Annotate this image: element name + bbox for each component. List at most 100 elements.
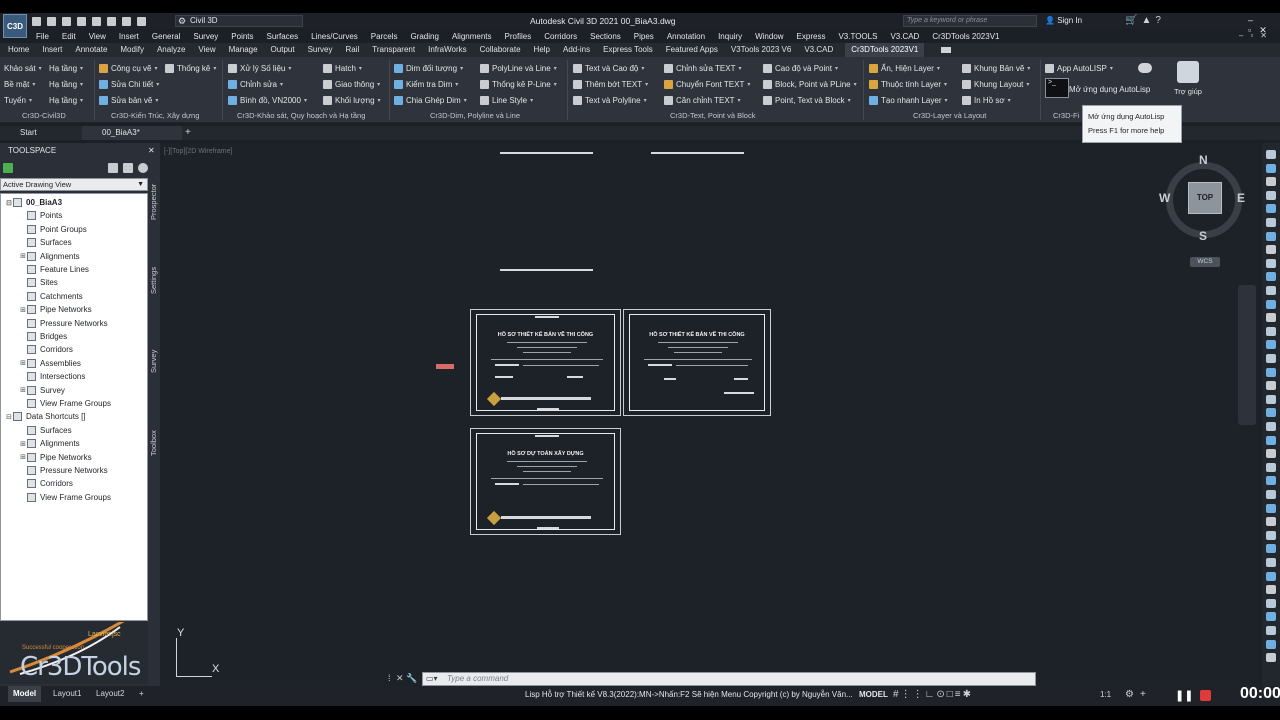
ribbon-tab-insert[interactable]: Insert [41, 43, 63, 57]
tree-item[interactable]: ⊞ Alignments [19, 437, 80, 450]
help-icon[interactable]: ? [1155, 15, 1165, 26]
ribbon-tab-home[interactable]: Home [7, 43, 30, 57]
tool-palette-icon[interactable] [1266, 340, 1276, 350]
command-input[interactable]: ▭▾ Type a command [422, 672, 1036, 686]
tool-palette-icon[interactable] [1266, 476, 1276, 486]
tree-item[interactable]: Pressure Networks [19, 317, 108, 330]
cart-icon[interactable]: 🛒 [1125, 15, 1141, 26]
tool-palette-icon[interactable] [1266, 177, 1276, 187]
lineweight-icon[interactable]: ≡ [955, 689, 963, 700]
compass-west[interactable]: W [1159, 191, 1170, 205]
tool-palette-icon[interactable] [1266, 598, 1276, 608]
tool-palette-icon[interactable] [1266, 626, 1276, 635]
record-pause-icon[interactable]: ❚❚ [1175, 689, 1193, 702]
tree-item[interactable]: ⊞ Pipe Networks [19, 451, 92, 464]
ribbon-taonhanhlayer-button[interactable]: Tạo nhanh Layer ▾ [869, 93, 948, 107]
menu-item-inquiry[interactable]: Inquiry [718, 32, 742, 41]
navigation-bar[interactable] [1238, 285, 1256, 425]
tool-palette-icon[interactable] [1266, 299, 1276, 309]
tree-item[interactable]: Sites [19, 276, 58, 289]
tree-item[interactable]: ⊞ Pipe Networks [19, 303, 92, 316]
expand-toggle-icon[interactable]: ⊞ [19, 453, 27, 461]
drawing-sheet-3[interactable]: HỒ SƠ DỰ TOÁN XÂY DỰNG [470, 428, 621, 535]
ribbon-textcaodo-button[interactable]: Text và Cao độ ▾ [573, 61, 644, 75]
redo-icon[interactable] [137, 16, 146, 26]
menu-item-alignments[interactable]: Alignments [452, 32, 492, 41]
command-prefix-icon[interactable]: ▭▾ [426, 673, 438, 685]
menu-item-general[interactable]: General [152, 32, 180, 41]
ribbon-tab-output[interactable]: Output [270, 43, 296, 57]
ribbon-hatch-button[interactable]: Hatch ▾ [323, 61, 362, 75]
ribbon-blockpoint-button[interactable]: Block, Point và PLine ▾ [763, 77, 857, 91]
compass-south[interactable]: S [1199, 229, 1207, 243]
autodesk-a360-icon[interactable]: ▲ [1141, 15, 1155, 26]
ribbon-tab-rail[interactable]: Rail [344, 43, 360, 57]
undo-icon[interactable] [122, 16, 131, 26]
tool-palette-icon[interactable] [1266, 258, 1276, 268]
tool-palette-icon[interactable] [1266, 544, 1276, 554]
ribbon-anhienlayer-button[interactable]: Ẩn, Hiện Layer ▾ [869, 61, 940, 75]
tool-palette-icon[interactable] [1266, 218, 1276, 227]
tool-palette-icon[interactable] [1266, 367, 1276, 377]
tool-palette-icon[interactable] [1266, 204, 1276, 214]
osnap-icon[interactable]: □ [947, 689, 955, 700]
ribbon-khoiluong-button[interactable]: Khối lượng ▾ [323, 93, 381, 107]
ribbon-tab-featured-apps[interactable]: Featured Apps [665, 43, 719, 57]
annotation-icon[interactable]: ✱ [963, 689, 973, 700]
ribbon-thongkepline-button[interactable]: Thống kê P-Line ▾ [480, 77, 557, 91]
expand-toggle-icon[interactable]: ⊞ [19, 386, 27, 394]
compass-north[interactable]: N [1199, 153, 1208, 167]
tool-palette-icon[interactable] [1266, 490, 1276, 499]
tool-palette-icon[interactable] [1266, 313, 1276, 323]
tool-palette-icon[interactable] [1266, 585, 1276, 595]
tree-item[interactable]: ⊞ Survey [19, 384, 65, 397]
tool-palette-icon[interactable] [1266, 190, 1276, 200]
ribbon-tuyen-button[interactable]: Tuyến ▾ [4, 93, 32, 107]
annotation-scale[interactable]: 1:1 [1100, 690, 1111, 699]
ribbon-chiaghepdim-button[interactable]: Chia Ghép Dim ▾ [394, 93, 467, 107]
layout-tab-layout2[interactable]: Layout2 [91, 686, 129, 702]
ribbon-minimize-icon[interactable] [941, 47, 952, 53]
tool-palette-icon[interactable] [1266, 354, 1276, 363]
menu-item-annotation[interactable]: Annotation [667, 32, 705, 41]
menu-item-pipes[interactable]: Pipes [634, 32, 654, 41]
wrench-icon[interactable]: 🔧 [406, 673, 417, 683]
tool-palette-icon[interactable] [1266, 245, 1276, 255]
tool-palette-icon[interactable] [1266, 517, 1276, 527]
ribbon-tab-annotate[interactable]: Annotate [74, 43, 108, 57]
ribbon-thembottext-button[interactable]: Thêm bớt TEXT ▾ [573, 77, 648, 91]
menu-item-grading[interactable]: Grading [410, 32, 438, 41]
tool-palette-icon[interactable] [1266, 639, 1276, 649]
ribbon-congcuve-button[interactable]: Công cụ vẽ ▾ [99, 61, 157, 75]
ribbon-thuoctinhlayer-button[interactable]: Thuộc tính Layer ▾ [869, 77, 947, 91]
menu-item-profiles[interactable]: Profiles [505, 32, 532, 41]
help-circle-icon[interactable] [138, 163, 148, 173]
tool-palette-icon[interactable] [1266, 150, 1276, 159]
ribbon-suabanve-button[interactable]: Sửa bản vẽ ▾ [99, 93, 158, 107]
expand-toggle-icon[interactable]: ⊞ [19, 252, 27, 260]
menu-item-v3-cad[interactable]: V3.CAD [890, 32, 919, 41]
ribbon-cloud-icon[interactable] [1138, 61, 1152, 75]
ribbon-pointtextblock-button[interactable]: Point, Text và Block ▾ [763, 93, 851, 107]
ribbon-hatang-3-button[interactable]: Hạ tầng ▾ [49, 93, 83, 107]
ribbon-tab-add-ins[interactable]: Add-ins [562, 43, 591, 57]
menu-item-cr3dtools-2023v1[interactable]: Cr3DTools 2023V1 [932, 32, 999, 41]
tree-item[interactable]: ⊟ 00_BiaA3 [5, 196, 62, 209]
menu-item-window[interactable]: Window [755, 32, 783, 41]
save-as-icon[interactable] [77, 16, 86, 26]
tool-palette-icon[interactable] [1266, 449, 1276, 459]
tool-palette-icon[interactable] [1266, 462, 1276, 472]
expand-toggle-icon[interactable]: ⊟ [5, 199, 13, 207]
ribbon-giaothong-button[interactable]: Giao thông ▾ [323, 77, 380, 91]
ortho-icon[interactable]: ∟ [925, 689, 937, 700]
model-space-button[interactable]: MODEL [859, 690, 888, 699]
ribbon-kiemtradim-button[interactable]: Kiểm tra Dim ▾ [394, 77, 458, 91]
ribbon-bemat-button[interactable]: Bề mặt ▾ [4, 77, 35, 91]
command-grip-icon[interactable]: ⁞ [388, 673, 391, 683]
menu-item-lines-curves[interactable]: Lines/Curves [311, 32, 358, 41]
menu-item-express[interactable]: Express [797, 32, 826, 41]
plot-icon[interactable] [107, 16, 116, 26]
layout-tab-model[interactable]: Model [8, 686, 42, 702]
record-stop-icon[interactable] [1200, 690, 1211, 701]
ribbon-khaosat-button[interactable]: Khảo sát ▾ [4, 61, 42, 75]
